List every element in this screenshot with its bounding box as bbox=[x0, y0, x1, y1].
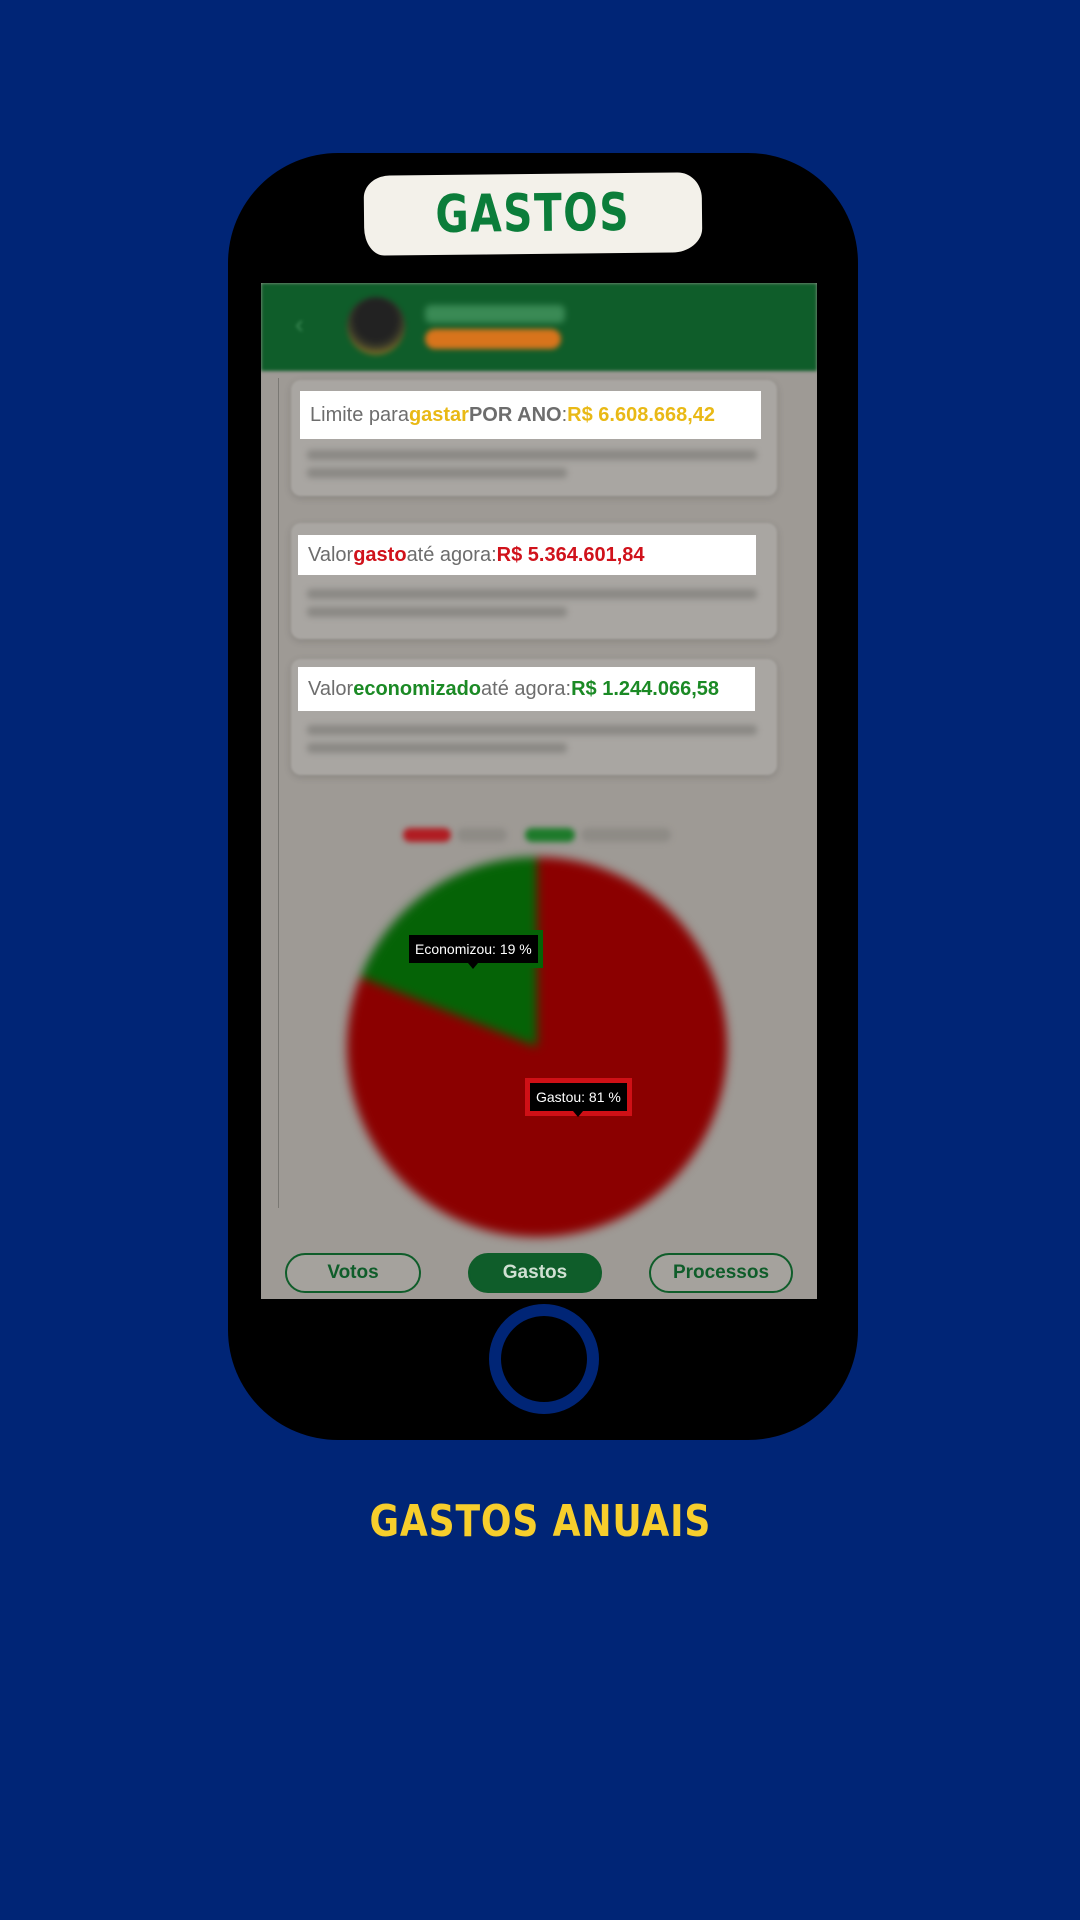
banner-title: GASTOS bbox=[435, 182, 631, 246]
spending-pie-chart[interactable] bbox=[347, 857, 727, 1237]
tab-processos[interactable]: Processos bbox=[649, 1253, 793, 1293]
label-prefix: Valor bbox=[308, 543, 354, 566]
amount-spent-value: R$ 5.364.601,84 bbox=[496, 543, 645, 566]
chevron-left-icon[interactable]: ‹ bbox=[295, 309, 304, 340]
amount-saved-value: R$ 1.244.066,58 bbox=[571, 677, 719, 700]
label-keyword: gasto bbox=[353, 543, 407, 566]
profile-name-blurred bbox=[425, 305, 565, 323]
label-suffix: até agora: bbox=[481, 677, 572, 700]
tooltip-text: Gastou: 81 % bbox=[536, 1089, 621, 1105]
tooltip-text: Economizou: 19 % bbox=[415, 941, 532, 957]
label-suffix: até agora: bbox=[406, 543, 497, 566]
tab-label: Processos bbox=[672, 1262, 770, 1283]
label-extra: POR ANO bbox=[468, 403, 562, 426]
party-badge-blurred bbox=[425, 329, 561, 349]
avatar bbox=[347, 297, 405, 355]
legend-label-blurred bbox=[581, 828, 671, 842]
legend-swatch-economizou bbox=[525, 828, 575, 842]
amount-spent-label: Valor gasto até agora: R$ 5.364.601,84 bbox=[298, 535, 756, 575]
amount-saved-label: Valor economizado até agora: R$ 1.244.06… bbox=[298, 667, 755, 711]
card-description-blurred bbox=[307, 589, 757, 599]
label-prefix: Valor bbox=[308, 677, 354, 700]
tooltip-gastou: Gastou: 81 % bbox=[525, 1078, 632, 1117]
card-description-blurred bbox=[307, 468, 567, 478]
spending-limit-label: Limite para gastar POR ANO: R$ 6.608.668… bbox=[300, 391, 761, 439]
tab-gastos[interactable]: Gastos bbox=[468, 1253, 602, 1293]
tab-label: Gastos bbox=[502, 1262, 568, 1283]
label-prefix: Limite para bbox=[310, 403, 409, 426]
bottom-tab-bar: Votos Gastos Processos bbox=[261, 1253, 817, 1299]
caption-text: GASTOS ANUAIS bbox=[369, 1496, 711, 1547]
legend-label-blurred bbox=[457, 828, 507, 842]
divider bbox=[278, 378, 279, 1208]
legend-swatch-gastou bbox=[403, 828, 451, 842]
app-header: ‹ bbox=[261, 283, 817, 371]
home-button[interactable] bbox=[489, 1304, 599, 1414]
card-description-blurred bbox=[307, 450, 757, 460]
caption-title: GASTOS ANUAIS bbox=[0, 1496, 1080, 1547]
card-description-blurred bbox=[307, 607, 567, 617]
spending-limit-value: R$ 6.608.668,42 bbox=[567, 403, 716, 426]
label-keyword: gastar bbox=[408, 403, 469, 426]
tooltip-economizou: Economizou: 19 % bbox=[404, 930, 543, 969]
tab-label: Votos bbox=[327, 1262, 379, 1283]
app-screen: ‹ Limite para gastar POR ANO: R$ 6.608.6… bbox=[261, 283, 817, 1299]
tab-votos[interactable]: Votos bbox=[285, 1253, 421, 1293]
card-description-blurred bbox=[307, 743, 567, 753]
card-description-blurred bbox=[307, 725, 757, 735]
page-banner: GASTOS bbox=[363, 172, 703, 256]
label-keyword: economizado bbox=[353, 677, 482, 700]
